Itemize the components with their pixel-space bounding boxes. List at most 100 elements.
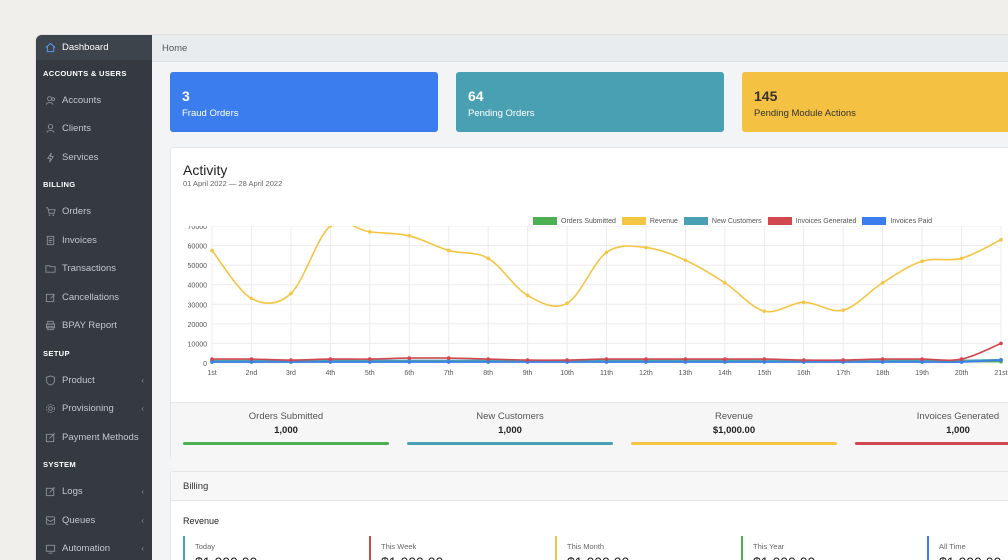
data-point[interactable] [723,357,727,361]
sidebar-item-dashboard[interactable]: Dashboard [36,35,152,60]
data-point[interactable] [999,341,1003,346]
data-point[interactable] [604,357,609,361]
data-point[interactable] [999,237,1003,242]
data-point[interactable] [446,248,451,253]
data-point[interactable] [959,357,964,361]
data-point[interactable] [210,357,214,361]
data-point[interactable] [368,230,372,234]
y-tick-label: 40000 [188,283,208,290]
data-point[interactable] [801,300,806,305]
data-point[interactable] [328,357,333,361]
breadcrumb: Home [152,35,1008,62]
data-point[interactable] [920,357,924,361]
data-point[interactable] [407,233,412,238]
legend-item[interactable]: New Customers [683,217,762,225]
legend-item[interactable]: Invoices Generated [767,217,856,225]
shield-icon [44,374,56,386]
data-point[interactable] [801,358,806,362]
data-point[interactable] [525,293,530,298]
data-point[interactable] [644,357,648,361]
data-point[interactable] [880,280,885,285]
data-point[interactable] [604,250,609,255]
sidebar-item-label: Clients [62,123,92,135]
sidebar-item-queues[interactable]: Queues ‹ [36,506,152,535]
data-point[interactable] [959,256,964,261]
sidebar-item-label: Dashboard [62,42,109,53]
activity-summary: Orders Submitted 1,000 New Customers 1,0… [171,402,1008,472]
data-point[interactable] [210,248,214,253]
data-point[interactable] [723,280,727,285]
data-point[interactable] [999,358,1003,362]
data-point[interactable] [880,357,885,361]
x-tick-label: 16th [797,370,811,377]
sidebar-item-product[interactable]: Product ‹ [36,366,152,395]
data-point[interactable] [762,309,767,313]
data-point[interactable] [249,357,254,361]
data-point[interactable] [407,356,412,360]
data-point[interactable] [525,358,530,362]
sidebar-item-label: Invoices [62,234,97,246]
data-point[interactable] [644,245,648,250]
data-point[interactable] [368,357,372,361]
data-point[interactable] [841,308,845,312]
sidebar-item-payment-methods[interactable]: Payment Methods [36,423,152,452]
x-tick-label: 12th [639,370,653,377]
legend-item[interactable]: Invoices Paid [862,217,932,225]
billing-today: Today $1,000.00 [183,536,257,560]
activity-title: Activity [183,162,228,178]
data-point[interactable] [289,358,293,362]
sidebar-item-services[interactable]: Services [36,143,152,172]
sidebar-item-automation[interactable]: Automation ‹ [36,535,152,560]
print-icon [44,320,56,332]
data-point[interactable] [407,360,412,364]
edit-icon [44,291,56,303]
billing-col-label: This Month [567,542,605,551]
chevron-left-icon: ‹ [141,515,144,525]
billing-heading-text: Billing [183,480,209,492]
data-point[interactable] [446,360,451,364]
legend-label: Invoices Paid [890,217,933,225]
sidebar-item-clients[interactable]: Clients [36,115,152,144]
data-point[interactable] [486,357,490,361]
sidebar-item-bpay-report[interactable]: BPAY Report [36,312,152,341]
data-point[interactable] [683,258,688,263]
breadcrumb-home[interactable]: Home [162,43,187,54]
stat-fraud-orders[interactable]: 3 Fraud Orders [170,72,438,132]
legend-item[interactable]: Revenue [621,217,678,225]
stat-pending-orders[interactable]: 64 Pending Orders [456,72,724,132]
data-point[interactable] [249,296,254,301]
sidebar-item-transactions[interactable]: Transactions [36,255,152,284]
data-point[interactable] [289,291,293,296]
sidebar-item-accounts[interactable]: Accounts [36,86,152,115]
sidebar-item-cancellations[interactable]: Cancellations [36,283,152,312]
sidebar-item-provisioning[interactable]: Provisioning ‹ [36,395,152,424]
sidebar-item-label: Orders [62,206,92,218]
data-point[interactable] [762,357,767,361]
legend-swatch [533,217,557,225]
x-tick-label: 21st [994,370,1007,377]
summary-value: 1,000 [498,425,522,436]
data-point[interactable] [486,256,490,261]
x-tick-label: 5th [365,370,375,377]
sidebar-item-label: BPAY Report [62,320,117,332]
billing-col-value: $1,000.00 [567,554,629,560]
x-tick-label: 17th [836,370,850,377]
stat-pending-module-actions[interactable]: 145 Pending Module Actions [742,72,1008,132]
data-point[interactable] [841,358,845,362]
sidebar-item-invoices[interactable]: Invoices [36,226,152,255]
x-tick-label: 7th [444,370,454,377]
summary-bar [631,442,837,445]
data-point[interactable] [565,301,569,306]
queue-icon [44,514,56,526]
summary-bar [855,442,1008,445]
data-point[interactable] [683,357,688,361]
legend-swatch [862,217,887,225]
data-point[interactable] [446,356,451,360]
data-point[interactable] [920,259,924,264]
automation-icon [44,543,56,555]
sidebar-item-orders[interactable]: Orders [36,198,152,227]
data-point[interactable] [565,358,569,362]
legend-item[interactable]: Orders Submitted [533,217,616,225]
stat-label: Fraud Orders [182,108,239,119]
sidebar-item-logs[interactable]: Logs ‹ [36,478,152,507]
